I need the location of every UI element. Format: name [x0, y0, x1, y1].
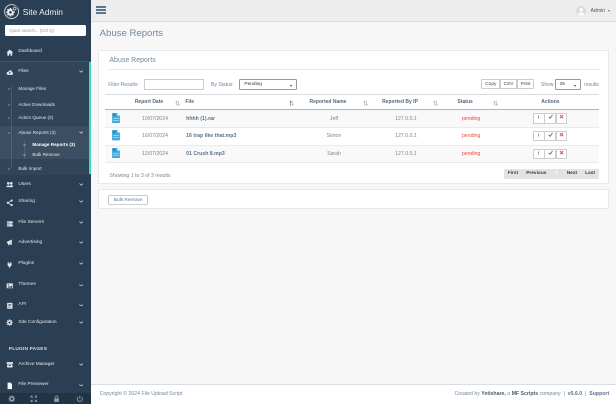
svg-text:i: i — [538, 132, 540, 137]
svg-text:i: i — [538, 115, 540, 120]
svg-text:i: i — [538, 150, 540, 155]
